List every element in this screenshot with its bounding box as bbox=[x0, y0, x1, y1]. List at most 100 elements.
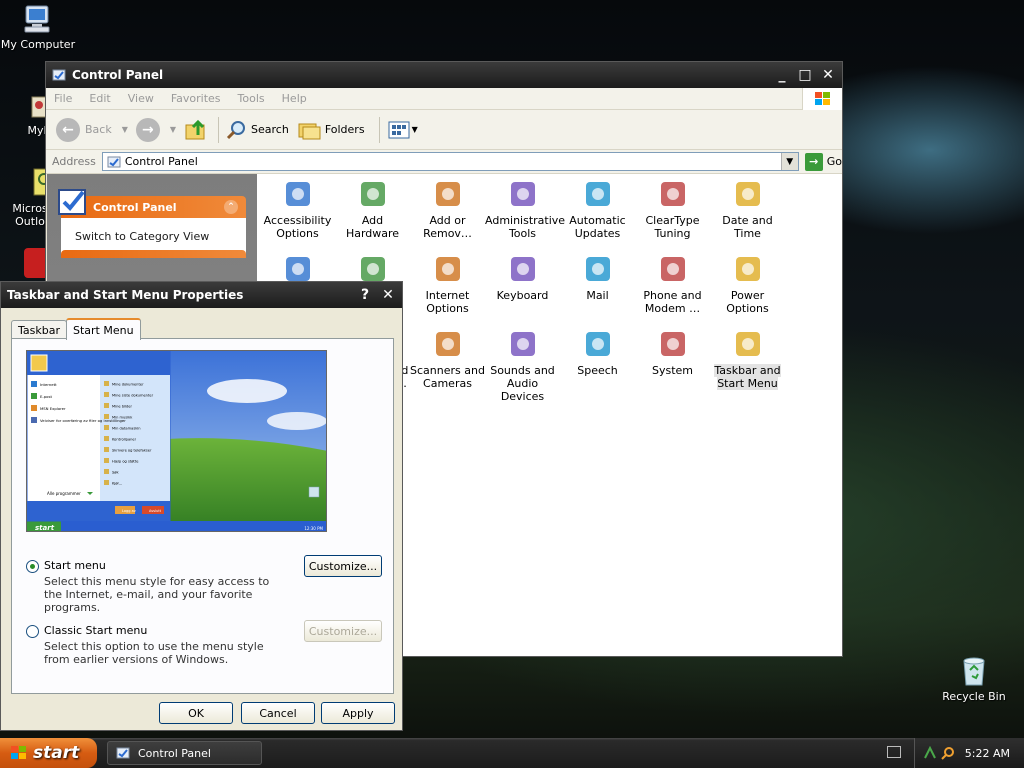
cp-item-add-hardware[interactable]: Add Hardware bbox=[335, 174, 410, 240]
cancel-button[interactable]: Cancel bbox=[241, 702, 315, 724]
address-input[interactable]: Control Panel ▼ bbox=[101, 152, 799, 171]
desktop-icon-my-computer[interactable]: My Computer bbox=[0, 3, 76, 51]
folders-button[interactable]: Folders bbox=[297, 120, 365, 140]
desktop-icon-label: My Computer bbox=[0, 38, 76, 51]
taskbar-button-control-panel[interactable]: Control Panel bbox=[107, 741, 262, 765]
task-box-header-partial[interactable] bbox=[61, 250, 246, 258]
start-label: start bbox=[33, 743, 80, 763]
preview-left-item-icon bbox=[31, 393, 37, 399]
cp-item-cleartype[interactable]: ClearType Tuning bbox=[635, 174, 710, 240]
start-menu-option[interactable]: Start menu bbox=[26, 559, 106, 573]
preview-right-item: Mine siste dokumenter bbox=[112, 394, 154, 398]
task-box-header[interactable]: Control Panel ⌃ bbox=[58, 189, 246, 218]
network-icon[interactable] bbox=[923, 746, 937, 760]
classic-start-menu-option[interactable]: Classic Start menu bbox=[26, 624, 147, 638]
cp-item-phone-modem[interactable]: Phone and Modem … bbox=[635, 249, 710, 315]
cp-item-accessibility[interactable]: Accessibility Options bbox=[260, 174, 335, 240]
preview-left-item: Internett bbox=[40, 382, 57, 387]
menu-help[interactable]: Help bbox=[282, 92, 307, 105]
up-folder-button[interactable] bbox=[184, 119, 208, 141]
system-tray: 5:22 AM bbox=[914, 738, 1024, 768]
clock[interactable]: 5:22 AM bbox=[965, 747, 1010, 760]
cp-item-sounds-audio[interactable]: Sounds and Audio Devices bbox=[485, 324, 560, 403]
preview-right-item-icon bbox=[104, 436, 109, 441]
start-button[interactable]: start bbox=[0, 738, 97, 768]
cp-item-add-remove-programs[interactable]: Add or Remov… bbox=[410, 174, 485, 240]
tab-start-menu[interactable]: Start Menu bbox=[66, 318, 141, 340]
desktop-icon-recycle-bin[interactable]: Recycle Bin bbox=[936, 655, 1012, 703]
views-icon bbox=[388, 121, 410, 138]
cp-item-label: Speech bbox=[577, 364, 618, 377]
classic-start-menu-radio[interactable] bbox=[26, 625, 39, 638]
cp-item-label: Internet Options bbox=[425, 289, 470, 315]
customize-start-menu-button[interactable]: Customize... bbox=[304, 555, 382, 577]
help-button[interactable]: ? bbox=[355, 285, 375, 305]
back-arrow-icon: ← bbox=[56, 117, 80, 142]
address-bar: Address Control Panel ▼ → Go bbox=[46, 150, 842, 174]
dialog-titlebar[interactable]: Taskbar and Start Menu Properties ? ✕ bbox=[1, 282, 402, 308]
menu-file[interactable]: File bbox=[54, 92, 72, 105]
cp-item-label: Scanners and Cameras bbox=[410, 364, 485, 390]
menu-tools[interactable]: Tools bbox=[238, 92, 265, 105]
cp-item-power-options[interactable]: Power Options bbox=[710, 249, 785, 315]
system-icon bbox=[660, 332, 685, 356]
search-button[interactable]: Search bbox=[225, 119, 289, 141]
back-button[interactable]: ← Back ▼ bbox=[56, 117, 128, 142]
search-tray-icon[interactable] bbox=[941, 746, 955, 760]
apply-button[interactable]: Apply bbox=[321, 702, 395, 724]
cp-item-automatic-updates[interactable]: Automatic Updates bbox=[560, 174, 635, 240]
go-label: Go bbox=[826, 155, 842, 168]
menu-view[interactable]: View bbox=[128, 92, 154, 105]
see-also-task-box bbox=[61, 250, 246, 258]
preview-left-item: MSN Explorer bbox=[40, 406, 66, 411]
preview-right-item: Skrivere og telefakser bbox=[112, 449, 152, 453]
cp-item-label: Administrative Tools bbox=[485, 214, 566, 240]
keyboard-layout-icon[interactable] bbox=[887, 746, 901, 758]
taskbar: start Control Panel 5:22 AM bbox=[0, 738, 1024, 768]
cp-item-system[interactable]: System bbox=[635, 324, 710, 377]
folder-icon bbox=[31, 96, 46, 118]
cp-item-internet-options[interactable]: Internet Options bbox=[410, 249, 485, 315]
preview-right-item-icon bbox=[104, 381, 109, 386]
go-button[interactable]: → Go bbox=[804, 152, 842, 171]
folders-label: Folders bbox=[324, 123, 365, 136]
cp-item-administrative-tools[interactable]: Administrative Tools bbox=[485, 174, 565, 240]
cp-item-taskbar-start-menu[interactable]: Taskbar and Start Menu bbox=[710, 324, 785, 390]
dialog-close-button[interactable]: ✕ bbox=[378, 285, 398, 305]
start-menu-radio[interactable] bbox=[26, 560, 39, 573]
preview-right-item-icon bbox=[104, 425, 109, 430]
titlebar[interactable]: Control Panel _ □ ✕ bbox=[46, 62, 842, 88]
administrative-tools-icon bbox=[510, 182, 535, 206]
cp-item-label: Power Options bbox=[726, 289, 769, 315]
menu-edit[interactable]: Edit bbox=[89, 92, 110, 105]
customize-classic-button[interactable]: Customize... bbox=[304, 620, 382, 642]
minimize-button[interactable]: _ bbox=[772, 65, 792, 85]
keyboard-icon bbox=[510, 257, 535, 281]
cp-item-keyboard[interactable]: Keyboard bbox=[485, 249, 560, 302]
cp-item-mail[interactable]: Mail bbox=[560, 249, 635, 302]
menu-favorites[interactable]: Favorites bbox=[171, 92, 221, 105]
add-remove-programs-icon bbox=[435, 182, 460, 206]
maximize-button[interactable]: □ bbox=[795, 65, 815, 85]
ok-button[interactable]: OK bbox=[159, 702, 233, 724]
cleartype-icon bbox=[660, 182, 685, 206]
cp-item-scanners-cameras[interactable]: Scanners and Cameras bbox=[410, 324, 485, 390]
mail-icon bbox=[585, 257, 610, 281]
switch-view-label: Switch to Category View bbox=[75, 230, 210, 243]
collapse-chevron-icon[interactable]: ⌃ bbox=[224, 200, 238, 214]
tab-taskbar[interactable]: Taskbar bbox=[11, 320, 67, 340]
views-button[interactable]: ▼ bbox=[388, 121, 418, 139]
speech-icon bbox=[585, 332, 610, 356]
menu-bar: File Edit View Favorites Tools Help bbox=[46, 88, 842, 110]
forward-button[interactable]: → ▼ bbox=[135, 117, 176, 142]
address-dropdown-button[interactable]: ▼ bbox=[780, 153, 798, 170]
preview-right-item: Kontrollpanel bbox=[112, 438, 136, 442]
close-button[interactable]: ✕ bbox=[818, 65, 838, 85]
date-time-icon bbox=[735, 182, 760, 206]
folders-icon bbox=[298, 123, 321, 139]
cp-item-speech[interactable]: Speech bbox=[560, 324, 635, 377]
preview-start-label: start bbox=[35, 524, 55, 532]
preview-left-item-icon bbox=[31, 381, 37, 387]
dialog-title: Taskbar and Start Menu Properties bbox=[7, 288, 244, 302]
cp-item-date-time[interactable]: Date and Time bbox=[710, 174, 785, 240]
